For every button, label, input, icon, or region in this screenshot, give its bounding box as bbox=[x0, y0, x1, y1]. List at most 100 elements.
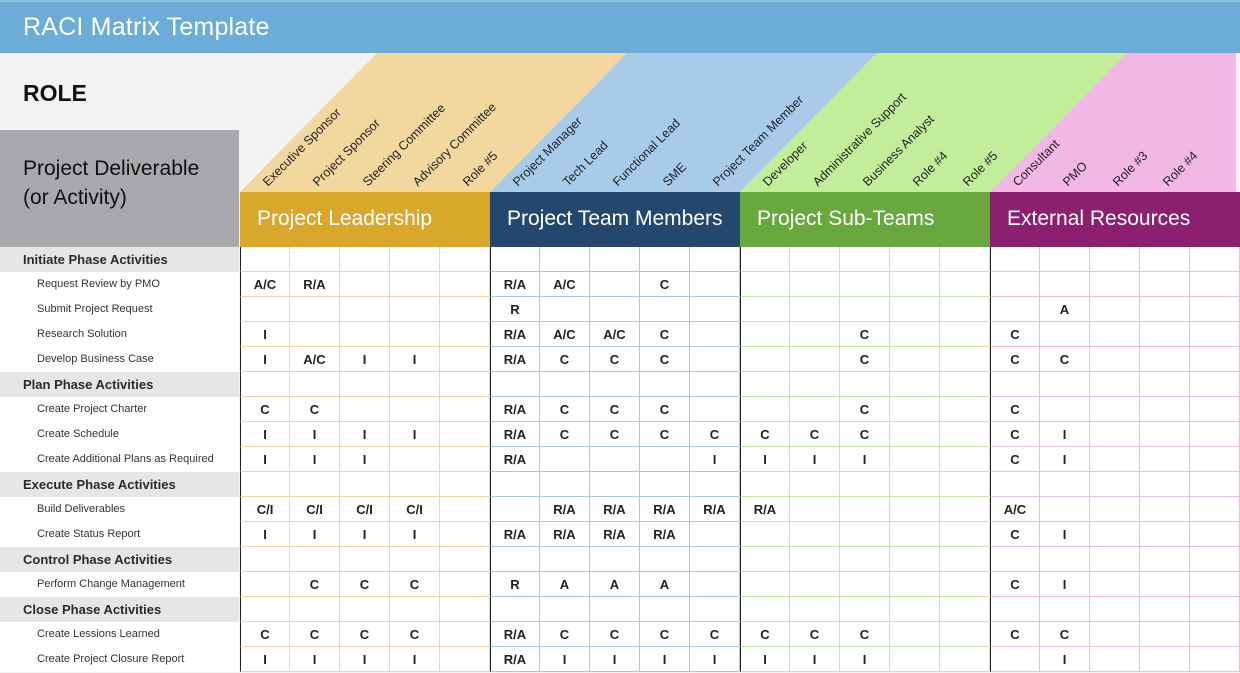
raci-cell[interactable] bbox=[840, 572, 890, 597]
raci-cell[interactable]: C bbox=[790, 422, 840, 447]
raci-cell[interactable]: R/A bbox=[490, 647, 540, 672]
raci-cell[interactable]: I bbox=[1040, 572, 1090, 597]
raci-cell[interactable] bbox=[1090, 372, 1140, 397]
raci-cell[interactable] bbox=[640, 547, 690, 572]
raci-cell[interactable] bbox=[890, 497, 940, 522]
raci-cell[interactable]: R/A bbox=[640, 497, 690, 522]
raci-cell[interactable]: I bbox=[390, 347, 440, 372]
raci-cell[interactable] bbox=[790, 347, 840, 372]
raci-cell[interactable]: I bbox=[840, 647, 890, 672]
raci-cell[interactable] bbox=[940, 447, 990, 472]
raci-cell[interactable]: I bbox=[240, 447, 290, 472]
raci-cell[interactable] bbox=[1190, 647, 1240, 672]
raci-cell[interactable]: C bbox=[240, 622, 290, 647]
raci-cell[interactable]: C bbox=[340, 622, 390, 647]
raci-cell[interactable]: I bbox=[240, 347, 290, 372]
raci-cell[interactable]: C bbox=[840, 422, 890, 447]
raci-cell[interactable]: R bbox=[490, 572, 540, 597]
raci-cell[interactable] bbox=[590, 472, 640, 497]
raci-cell[interactable] bbox=[690, 347, 740, 372]
raci-cell[interactable]: R/A bbox=[690, 497, 740, 522]
raci-cell[interactable] bbox=[1190, 447, 1240, 472]
raci-cell[interactable]: C bbox=[990, 422, 1040, 447]
raci-cell[interactable] bbox=[440, 422, 490, 447]
raci-cell[interactable] bbox=[740, 472, 790, 497]
raci-cell[interactable]: I bbox=[290, 522, 340, 547]
raci-cell[interactable] bbox=[440, 272, 490, 297]
raci-cell[interactable]: I bbox=[390, 522, 440, 547]
raci-cell[interactable] bbox=[540, 597, 590, 622]
raci-cell[interactable] bbox=[1090, 497, 1140, 522]
raci-cell[interactable]: I bbox=[1040, 647, 1090, 672]
raci-cell[interactable] bbox=[1090, 547, 1140, 572]
raci-cell[interactable] bbox=[690, 247, 740, 272]
raci-cell[interactable] bbox=[440, 597, 490, 622]
raci-cell[interactable] bbox=[540, 472, 590, 497]
raci-cell[interactable]: I bbox=[340, 522, 390, 547]
raci-cell[interactable] bbox=[940, 322, 990, 347]
raci-cell[interactable]: A/C bbox=[540, 322, 590, 347]
raci-cell[interactable]: R/A bbox=[490, 397, 540, 422]
raci-cell[interactable] bbox=[640, 597, 690, 622]
raci-cell[interactable]: R/A bbox=[590, 497, 640, 522]
raci-cell[interactable] bbox=[590, 247, 640, 272]
raci-cell[interactable] bbox=[740, 522, 790, 547]
raci-cell[interactable] bbox=[940, 497, 990, 522]
raci-cell[interactable] bbox=[490, 547, 540, 572]
raci-cell[interactable]: C bbox=[290, 572, 340, 597]
raci-cell[interactable] bbox=[690, 472, 740, 497]
raci-cell[interactable] bbox=[690, 297, 740, 322]
raci-cell[interactable]: R/A bbox=[290, 272, 340, 297]
raci-cell[interactable] bbox=[790, 272, 840, 297]
raci-cell[interactable]: I bbox=[340, 422, 390, 447]
raci-cell[interactable] bbox=[890, 397, 940, 422]
raci-cell[interactable] bbox=[1090, 422, 1140, 447]
raci-cell[interactable] bbox=[790, 522, 840, 547]
raci-cell[interactable] bbox=[940, 647, 990, 672]
raci-cell[interactable] bbox=[1090, 597, 1140, 622]
raci-cell[interactable]: C/I bbox=[240, 497, 290, 522]
raci-cell[interactable] bbox=[890, 372, 940, 397]
raci-cell[interactable]: C bbox=[990, 622, 1040, 647]
raci-cell[interactable]: I bbox=[1040, 422, 1090, 447]
raci-cell[interactable] bbox=[740, 597, 790, 622]
raci-cell[interactable] bbox=[340, 297, 390, 322]
raci-cell[interactable] bbox=[1190, 272, 1240, 297]
raci-cell[interactable] bbox=[940, 572, 990, 597]
raci-cell[interactable] bbox=[790, 397, 840, 422]
raci-cell[interactable] bbox=[1090, 247, 1140, 272]
raci-cell[interactable] bbox=[240, 572, 290, 597]
raci-cell[interactable] bbox=[1140, 297, 1190, 322]
raci-cell[interactable] bbox=[440, 247, 490, 272]
raci-cell[interactable] bbox=[690, 547, 740, 572]
raci-cell[interactable] bbox=[240, 597, 290, 622]
raci-cell[interactable] bbox=[840, 597, 890, 622]
raci-cell[interactable]: C bbox=[990, 447, 1040, 472]
raci-cell[interactable] bbox=[290, 597, 340, 622]
raci-cell[interactable] bbox=[390, 547, 440, 572]
raci-cell[interactable] bbox=[1140, 647, 1190, 672]
raci-cell[interactable]: C bbox=[1040, 347, 1090, 372]
raci-cell[interactable] bbox=[490, 372, 540, 397]
raci-cell[interactable] bbox=[990, 247, 1040, 272]
raci-cell[interactable] bbox=[840, 372, 890, 397]
raci-cell[interactable]: C bbox=[640, 272, 690, 297]
raci-cell[interactable] bbox=[890, 447, 940, 472]
raci-cell[interactable] bbox=[740, 397, 790, 422]
raci-cell[interactable] bbox=[1090, 572, 1140, 597]
raci-cell[interactable] bbox=[540, 447, 590, 472]
raci-cell[interactable] bbox=[1190, 572, 1240, 597]
raci-cell[interactable] bbox=[1090, 347, 1140, 372]
raci-cell[interactable]: R bbox=[490, 297, 540, 322]
raci-cell[interactable] bbox=[340, 247, 390, 272]
raci-cell[interactable]: C bbox=[640, 347, 690, 372]
raci-cell[interactable] bbox=[390, 397, 440, 422]
raci-cell[interactable] bbox=[690, 322, 740, 347]
raci-cell[interactable]: C bbox=[290, 397, 340, 422]
raci-cell[interactable]: C bbox=[540, 397, 590, 422]
raci-cell[interactable] bbox=[890, 472, 940, 497]
raci-cell[interactable]: C bbox=[240, 397, 290, 422]
raci-cell[interactable] bbox=[840, 272, 890, 297]
raci-cell[interactable] bbox=[390, 372, 440, 397]
raci-cell[interactable]: C bbox=[390, 572, 440, 597]
